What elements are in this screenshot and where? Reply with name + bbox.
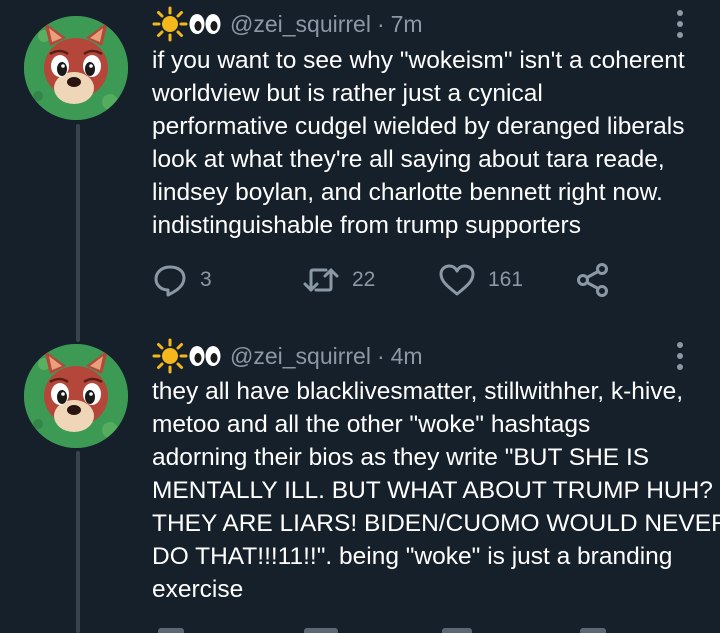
reply-icon (154, 265, 186, 297)
tweet-text-line: MENTALLY ILL. BUT WHAT ABOUT TRUMP HUH? (152, 477, 713, 504)
tweet-text-line: performative cudgel wielded by deranged … (152, 113, 685, 140)
thread-connector-line (76, 124, 80, 342)
timestamp[interactable]: 4m (391, 343, 423, 370)
tweet-text: if you want to see why "wokeism" isn't a… (152, 44, 707, 242)
reply-button[interactable]: 3 (152, 262, 212, 298)
like-count: 161 (488, 268, 524, 291)
heart-icon (439, 264, 475, 296)
more-vertical-icon (677, 10, 683, 38)
eyes-icon (189, 14, 221, 34)
tweet-header: @zei_squirrel · 4m (152, 338, 423, 374)
avatar[interactable] (24, 344, 128, 448)
tweet-text-line: if you want to see why "wokeism" isn't a… (152, 47, 685, 74)
tweet-text-line: adorning their bios as they write "BUT S… (152, 444, 650, 471)
reply-icon[interactable] (158, 628, 184, 633)
tweet-header: @zei_squirrel · 7m (152, 6, 423, 42)
reply-count: 3 (200, 268, 212, 291)
user-handle[interactable]: @zei_squirrel (230, 11, 371, 38)
like-button[interactable]: 161 (438, 262, 523, 298)
tweet-text-line: lindsey boylan, and charlotte bennett ri… (152, 179, 663, 206)
display-name[interactable] (152, 6, 222, 42)
tweet-text-line: exercise (152, 576, 244, 603)
display-name[interactable] (152, 338, 222, 374)
more-vertical-icon (677, 342, 683, 370)
tweet-actions-partial (152, 624, 622, 633)
user-handle[interactable]: @zei_squirrel (230, 343, 371, 370)
share-icon (577, 263, 608, 297)
tweet-text-line: worldview but is rather just a cynical (152, 80, 543, 107)
retweet-button[interactable]: 22 (302, 262, 375, 298)
heart-icon[interactable] (442, 628, 472, 633)
tweet-text-line: THEY ARE LIARS! BIDEN/CUOMO WOULD NEVER (152, 510, 720, 537)
retweet-icon (303, 268, 339, 292)
share-button[interactable] (576, 262, 610, 298)
tweet-text-line: they all have blacklivesmatter, stillwit… (152, 378, 684, 405)
separator-dot: · (376, 342, 385, 369)
avatar[interactable] (24, 16, 128, 120)
tweet-text-line: look at what they're all saying about ta… (152, 146, 665, 173)
retweet-count: 22 (352, 268, 376, 291)
tweet-actions: 3 22 161 (152, 262, 622, 298)
separator-dot: · (376, 10, 385, 37)
timestamp[interactable]: 7m (391, 11, 423, 38)
thread-connector-line (76, 451, 80, 633)
eyes-icon (189, 346, 221, 366)
share-icon[interactable] (580, 628, 606, 633)
more-options-button[interactable] (668, 6, 692, 42)
more-options-button[interactable] (668, 338, 692, 374)
tweet-text: they all have blacklivesmatter, stillwit… (152, 375, 720, 606)
retweet-icon[interactable] (304, 628, 338, 633)
tweet-text-line: indistinguishable from trump supporters (152, 212, 581, 239)
tweet-text-line: metoo and all the other "woke" hashtags (152, 411, 591, 438)
sun-icon (152, 338, 188, 374)
tweet-text-line: DO THAT!!!11!!". being "woke" is just a … (152, 543, 673, 570)
sun-icon (152, 6, 188, 42)
